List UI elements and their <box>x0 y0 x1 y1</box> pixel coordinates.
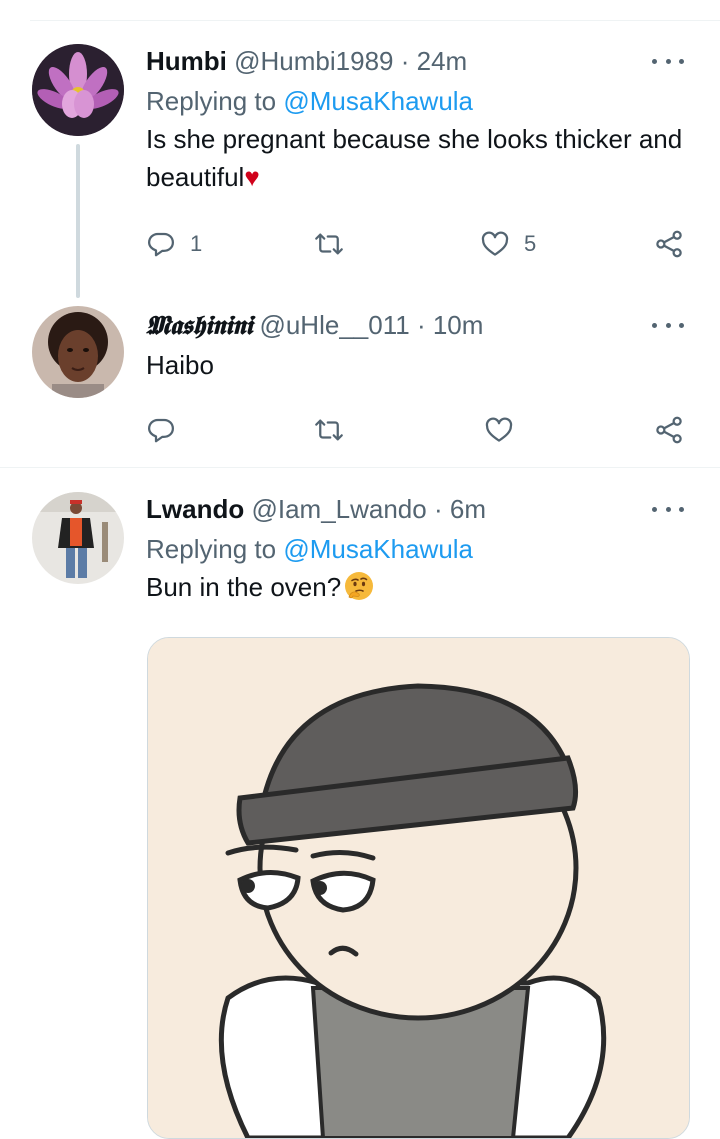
person-avatar-image <box>32 492 124 584</box>
more-icon[interactable] <box>652 492 684 526</box>
replying-prefix: Replying to <box>146 86 277 116</box>
tweet-mashinini[interactable]: 𝕸𝖆𝖘𝖍𝖎𝖓𝖎𝖓𝖎 @uHle__011 · 10m Haibo <box>0 306 720 466</box>
like-count: 5 <box>524 231 537 256</box>
avatar-lwando[interactable] <box>32 492 124 584</box>
handle[interactable]: @uHle__011 <box>259 310 409 340</box>
like-icon <box>481 231 509 256</box>
share-icon <box>656 230 682 258</box>
timestamp[interactable]: 10m <box>433 310 484 340</box>
timestamp[interactable]: 6m <box>450 494 486 524</box>
tweet-text: Is she pregnant because she looks thicke… <box>146 120 690 196</box>
separator: · <box>433 494 443 524</box>
top-divider <box>30 20 720 21</box>
tweet-header: 𝕸𝖆𝖘𝖍𝖎𝖓𝖎𝖓𝖎 @uHle__011 · 10m <box>146 308 690 342</box>
lotus-avatar-image <box>32 44 124 136</box>
separator: · <box>400 46 410 76</box>
thinking-face-emoji <box>345 572 374 600</box>
action-bar: 1 5 <box>146 224 690 264</box>
replying-to: Replying to @MusaKhawula <box>146 84 690 118</box>
tweet-text: Haibo <box>146 350 214 380</box>
like-button[interactable]: 5 <box>480 224 536 264</box>
like-icon <box>485 417 513 442</box>
retweet-icon <box>315 233 343 255</box>
separator: · <box>416 310 426 340</box>
reply-icon <box>148 418 174 443</box>
timestamp[interactable]: 24m <box>417 46 468 76</box>
avatar-humbi[interactable] <box>32 44 124 136</box>
tweet-text: Bun in the oven? <box>146 568 690 606</box>
replying-to: Replying to @MusaKhawula <box>146 532 690 566</box>
retweet-button[interactable] <box>314 410 344 450</box>
tweet-media-image[interactable] <box>147 637 690 1139</box>
display-name[interactable]: Humbi <box>146 46 227 76</box>
like-button[interactable] <box>484 410 514 450</box>
avatar-mashinini[interactable] <box>32 306 124 398</box>
thread-connector <box>76 144 80 298</box>
portrait-avatar-image <box>32 306 124 398</box>
tweet-header: Humbi @Humbi1989 · 24m <box>146 44 690 78</box>
tweet-text-body: Bun in the oven? <box>146 572 342 602</box>
tweet-humbi[interactable]: Humbi @Humbi1989 · 24m Replying to @Musa… <box>0 44 720 314</box>
display-name[interactable]: Lwando <box>146 494 244 524</box>
share-icon <box>656 416 682 444</box>
replying-prefix: Replying to <box>146 534 277 564</box>
mention-link[interactable]: @MusaKhawula <box>283 86 473 116</box>
reply-button[interactable] <box>146 410 176 450</box>
cartoon-character-image <box>148 638 689 1138</box>
retweet-button[interactable] <box>314 224 344 264</box>
tweet-header: Lwando @Iam_Lwando · 6m <box>146 492 690 526</box>
mention-link[interactable]: @MusaKhawula <box>283 534 473 564</box>
tweet-text-body: Is she pregnant because she looks thicke… <box>146 124 683 192</box>
retweet-icon <box>315 419 343 441</box>
share-button[interactable] <box>654 410 684 450</box>
more-icon[interactable] <box>652 44 684 78</box>
handle[interactable]: @Humbi1989 <box>234 46 393 76</box>
reply-count: 1 <box>190 231 203 256</box>
action-bar <box>146 410 690 450</box>
reply-icon <box>148 232 174 257</box>
tweet-divider <box>0 467 720 468</box>
reply-button[interactable]: 1 <box>146 224 202 264</box>
more-icon[interactable] <box>652 308 684 342</box>
handle[interactable]: @Iam_Lwando <box>251 494 426 524</box>
red-heart-emoji: ♥ <box>244 162 260 192</box>
share-button[interactable] <box>654 224 684 264</box>
display-name[interactable]: 𝕸𝖆𝖘𝖍𝖎𝖓𝖎𝖓𝖎 <box>146 311 253 341</box>
